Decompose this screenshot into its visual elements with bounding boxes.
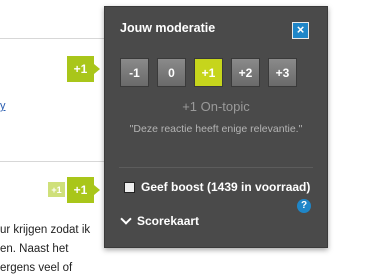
score-badge-small: +1 bbox=[48, 182, 65, 197]
score-badge-bottom-pointer bbox=[94, 185, 100, 195]
moderation-panel: Jouw moderatie × -1 0 +1 +2 +3 +1 On-top… bbox=[104, 6, 328, 248]
close-icon[interactable]: × bbox=[292, 22, 309, 39]
score-badge-top-pointer bbox=[94, 64, 100, 74]
moderation-label: +1 On-topic bbox=[182, 99, 250, 114]
score-badge-top[interactable]: +1 bbox=[67, 56, 94, 82]
score-badge-bottom[interactable]: +1 bbox=[67, 177, 94, 203]
vote-minus-1-button[interactable]: -1 bbox=[120, 58, 149, 87]
boost-checkbox[interactable] bbox=[124, 181, 135, 193]
separator-middle bbox=[0, 161, 106, 162]
separator-top bbox=[0, 38, 106, 39]
boost-row[interactable]: Geef boost (1439 in voorraad) bbox=[124, 180, 310, 194]
comment-text: ur krijgen zodat ik en. Naast het ergens… bbox=[0, 224, 91, 274]
divider bbox=[119, 167, 313, 168]
vote-0-button[interactable]: 0 bbox=[157, 58, 186, 87]
vote-plus-1-button[interactable]: +1 bbox=[194, 58, 223, 87]
scorecard-toggle[interactable]: Scorekaart bbox=[120, 213, 200, 228]
panel-title: Jouw moderatie bbox=[120, 21, 216, 35]
link-fragment[interactable]: y bbox=[0, 100, 6, 112]
moderation-description: "Deze reactie heeft enige relevantie." bbox=[129, 123, 303, 135]
chevron-down-icon bbox=[120, 213, 132, 225]
scorecard-label: Scorekaart bbox=[137, 214, 200, 228]
vote-options: -1 0 +1 +2 +3 bbox=[120, 58, 297, 87]
boost-label[interactable]: Geef boost (1439 in voorraad) bbox=[141, 180, 310, 194]
vote-plus-2-button[interactable]: +2 bbox=[231, 58, 260, 87]
help-icon[interactable]: ? bbox=[297, 199, 311, 213]
vote-plus-3-button[interactable]: +3 bbox=[268, 58, 297, 87]
